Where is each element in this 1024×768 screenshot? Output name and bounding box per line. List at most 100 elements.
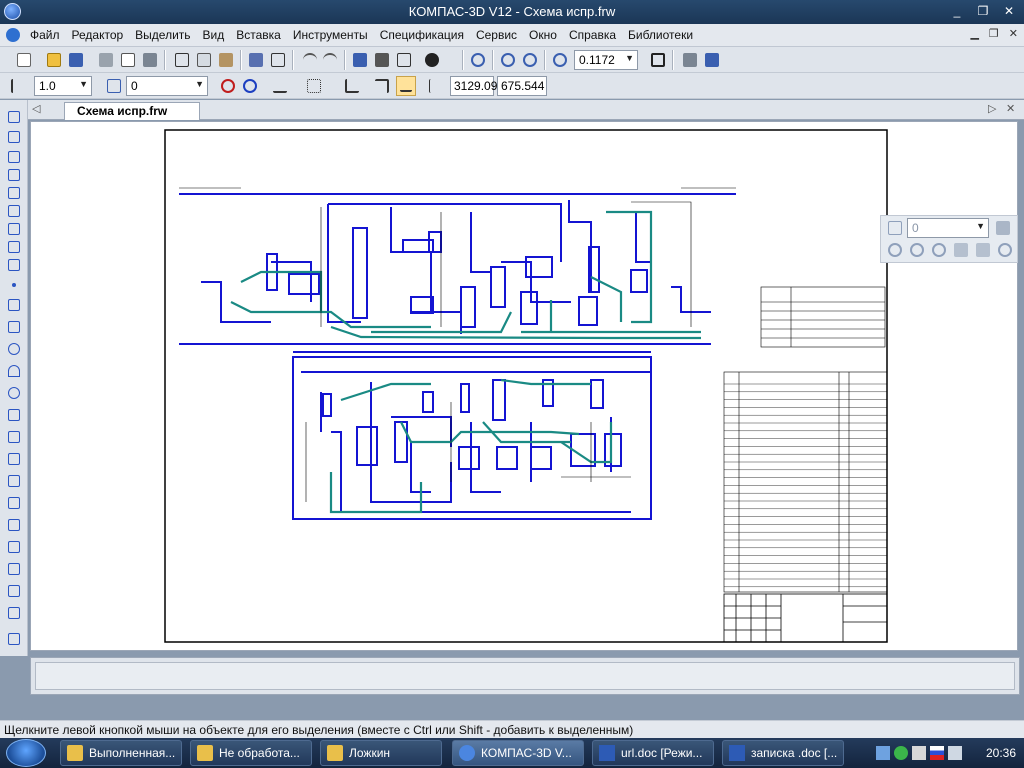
help-pointer-icon[interactable] xyxy=(422,50,442,70)
menu-view[interactable]: Вид xyxy=(197,28,231,42)
point-tool-icon[interactable] xyxy=(5,276,23,294)
redraw-icon[interactable] xyxy=(702,50,722,70)
refresh-view-icon[interactable] xyxy=(680,50,700,70)
zoom-in-icon[interactable] xyxy=(885,240,905,260)
layer-icon[interactable] xyxy=(885,218,905,238)
taskbar-item-completed[interactable]: Выполненная... xyxy=(60,740,182,766)
preview-icon[interactable] xyxy=(118,50,138,70)
restore-button[interactable]: ❐ xyxy=(972,2,994,20)
library-icon[interactable] xyxy=(350,50,370,70)
save-icon[interactable] xyxy=(66,50,86,70)
taskbar-item-lozhkin[interactable]: Ложкин xyxy=(320,740,442,766)
grid-icon[interactable] xyxy=(304,76,324,96)
tab-scroll-left-icon[interactable]: ◁ xyxy=(32,102,40,115)
layer-icon[interactable] xyxy=(104,76,124,96)
properties-icon[interactable] xyxy=(268,50,288,70)
pan-icon[interactable] xyxy=(648,50,668,70)
tab-close-icon[interactable]: ✕ xyxy=(1006,102,1015,115)
doc-close-icon[interactable]: ✕ xyxy=(1009,27,1018,40)
equidistant-tool-icon[interactable] xyxy=(5,560,23,578)
drawing-canvas[interactable] xyxy=(30,121,1018,651)
zoom-in-icon[interactable] xyxy=(498,50,518,70)
circle-tool-icon[interactable] xyxy=(5,340,23,358)
cut-icon[interactable] xyxy=(172,50,192,70)
manager-icon[interactable] xyxy=(140,50,160,70)
document-menu-icon[interactable] xyxy=(6,28,20,42)
paste-icon[interactable] xyxy=(216,50,236,70)
cursor-x-field[interactable]: 3129.09 xyxy=(450,76,497,96)
polygon-tool-icon[interactable] xyxy=(5,538,23,556)
zoom-scale-select[interactable]: 0.1172 ▼ xyxy=(574,50,638,70)
designations-tool-icon[interactable] xyxy=(5,166,23,184)
ellipse-tool-icon[interactable] xyxy=(5,384,23,402)
spline-tool-icon[interactable] xyxy=(5,406,23,424)
arc-tool-icon[interactable] xyxy=(5,362,23,380)
geometry-tool-icon[interactable] xyxy=(5,128,23,146)
zoom-window-icon[interactable] xyxy=(520,50,540,70)
fillet-tool-icon[interactable] xyxy=(5,494,23,512)
polyline-tool-icon[interactable] xyxy=(5,428,23,446)
hatch-tool-icon[interactable] xyxy=(5,582,23,600)
layer-select[interactable]: 0 ▼ xyxy=(126,76,208,96)
local-snap-icon[interactable] xyxy=(240,76,260,96)
new-document-icon[interactable] xyxy=(14,50,34,70)
zoom-scale-icon[interactable] xyxy=(951,240,971,260)
menu-help[interactable]: Справка xyxy=(563,28,622,42)
select-tool-icon[interactable] xyxy=(5,108,23,126)
ortho-icon[interactable] xyxy=(270,76,290,96)
doc-minimize-icon[interactable]: ▁ xyxy=(970,27,978,40)
tab-scroll-right-icon[interactable]: ▷ xyxy=(988,102,996,115)
volume-icon[interactable] xyxy=(948,746,962,760)
magnifier-icon[interactable] xyxy=(995,240,1015,260)
minimize-button[interactable]: _ xyxy=(946,2,968,20)
language-icon[interactable] xyxy=(912,746,926,760)
open-folder-icon[interactable] xyxy=(44,50,64,70)
bezier-tool-icon[interactable] xyxy=(5,450,23,468)
print-icon[interactable] xyxy=(96,50,116,70)
format-brush-icon[interactable] xyxy=(246,50,266,70)
undo-icon[interactable] xyxy=(300,50,320,70)
snap-magnet-icon[interactable] xyxy=(218,76,238,96)
parametrization-tool-icon[interactable] xyxy=(5,202,23,220)
xy-coordinates-icon[interactable] xyxy=(426,76,446,96)
cursor-y-field[interactable]: 675.544 xyxy=(497,76,547,96)
menu-tools[interactable]: Инструменты xyxy=(287,28,374,42)
network-icon[interactable] xyxy=(876,746,890,760)
menu-editor[interactable]: Редактор xyxy=(66,28,130,42)
redo-icon[interactable] xyxy=(320,50,340,70)
menu-window[interactable]: Окно xyxy=(523,28,563,42)
float-layer-select[interactable]: 0 ▼ xyxy=(907,218,989,238)
tab-document[interactable]: Схема испр.frw xyxy=(64,102,200,120)
zoom-scale-icon[interactable] xyxy=(550,50,570,70)
line-style-select[interactable]: 1.0 ▼ xyxy=(34,76,92,96)
menu-file[interactable]: Файл xyxy=(24,28,66,42)
chamfer-tool-icon[interactable] xyxy=(5,472,23,490)
taskbar-item-zapiska-doc[interactable]: записка .doc [... xyxy=(722,740,844,766)
fx-icon[interactable] xyxy=(394,50,414,70)
variables-icon[interactable] xyxy=(372,50,392,70)
copy-icon[interactable] xyxy=(194,50,214,70)
rectangle-tool-icon[interactable] xyxy=(5,516,23,534)
close-button[interactable]: ✕ xyxy=(998,2,1020,20)
auxiliary-line-icon[interactable] xyxy=(5,296,23,314)
spec-tool-icon[interactable] xyxy=(5,256,23,274)
doc-restore-icon[interactable]: ❐ xyxy=(989,27,999,40)
menu-insert[interactable]: Вставка xyxy=(230,28,287,42)
edit-tool-icon[interactable] xyxy=(5,184,23,202)
menu-specification[interactable]: Спецификация xyxy=(374,28,470,42)
flag-icon[interactable] xyxy=(930,746,944,760)
status-icon[interactable] xyxy=(894,746,908,760)
coordinate-system-icon[interactable] xyxy=(342,76,362,96)
menu-libraries[interactable]: Библиотеки xyxy=(622,28,699,42)
taskbar-item-kompas[interactable]: КОМПАС-3D V... xyxy=(452,740,584,766)
zoom-fit-icon[interactable] xyxy=(468,50,488,70)
round-icon[interactable] xyxy=(372,76,392,96)
taskbar-item-unprocessed[interactable]: Не обработа... xyxy=(190,740,312,766)
start-button[interactable] xyxy=(6,739,46,767)
zoom-actual-icon[interactable] xyxy=(929,240,949,260)
dimensions-tool-icon[interactable] xyxy=(5,148,23,166)
menu-select[interactable]: Выделить xyxy=(129,28,196,42)
collect-contour-icon[interactable] xyxy=(5,630,23,648)
measure-tool-icon[interactable] xyxy=(5,220,23,238)
refresh-view-icon[interactable] xyxy=(973,240,993,260)
